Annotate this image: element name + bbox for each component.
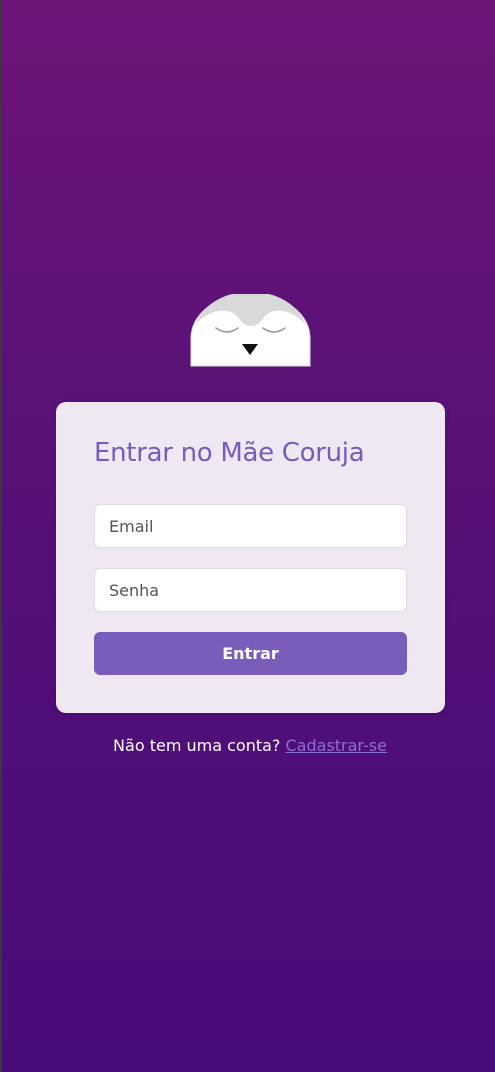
signup-link[interactable]: Cadastrar-se [286,736,387,755]
email-input[interactable] [94,504,407,548]
signup-text: Não tem uma conta? [113,736,281,755]
signup-prompt: Não tem uma conta? Cadastrar-se [0,736,495,755]
window-edge [0,0,2,1072]
login-title: Entrar no Mãe Coruja [94,438,365,468]
password-input[interactable] [94,568,407,612]
login-button[interactable]: Entrar [94,632,407,675]
owl-logo-icon [190,291,311,367]
login-card: Entrar no Mãe Coruja Entrar [56,402,445,713]
